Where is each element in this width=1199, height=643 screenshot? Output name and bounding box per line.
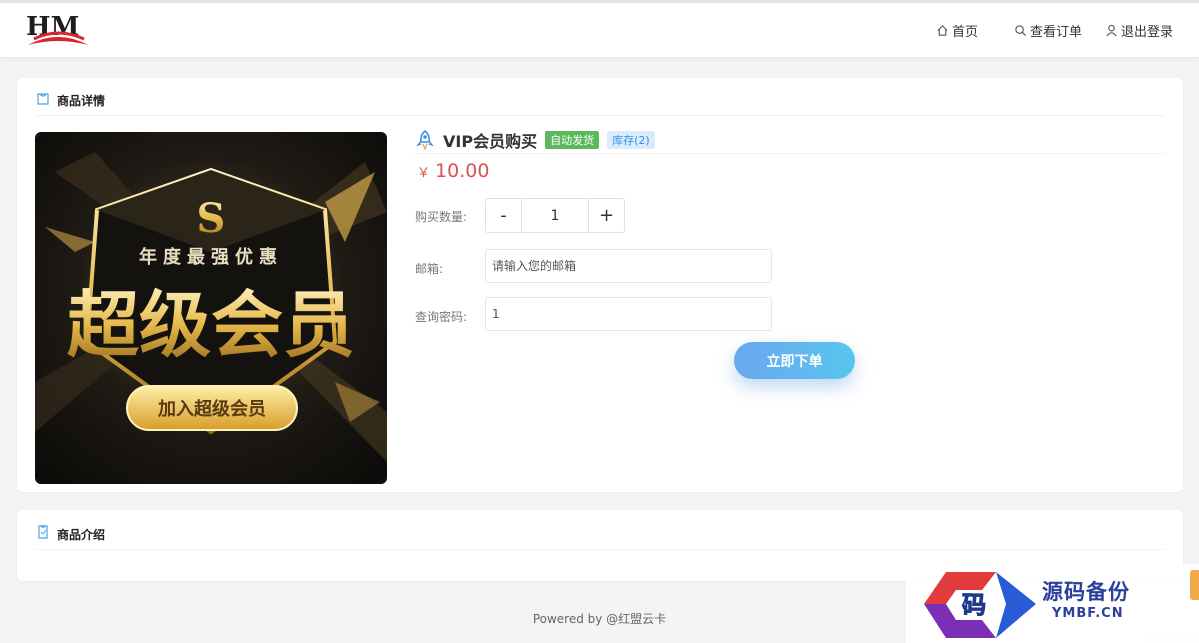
user-icon	[1106, 24, 1117, 37]
footer-text: Powered by @红盟云卡	[532, 612, 667, 626]
intro-card-title: 商品介绍	[57, 528, 106, 542]
watermark-glyph: 码	[962, 590, 986, 619]
nav-logout-label: 退出登录	[1121, 25, 1174, 40]
watermark: 码 源码备份 YMBF.CN	[906, 564, 1199, 643]
auto-delivery-badge: 自动发货	[545, 130, 600, 149]
home-icon	[937, 25, 948, 36]
stock-badge: 库存(2)	[607, 130, 655, 149]
quantity-increase-button[interactable]: +	[588, 199, 624, 232]
quantity-input[interactable]	[522, 199, 588, 232]
nav-home-label: 首页	[952, 25, 979, 40]
price-value: 10.00	[435, 160, 490, 182]
quantity-stepper: - +	[485, 198, 625, 233]
quantity-decrease-button[interactable]: -	[486, 199, 522, 232]
site-logo[interactable]: HM	[24, 9, 92, 51]
detail-card-title: 商品详情	[57, 94, 106, 108]
email-label: 邮箱:	[415, 262, 444, 276]
nav-home[interactable]: 首页	[936, 21, 978, 40]
detail-card-header: 商品详情	[35, 92, 1165, 116]
product-name: VIP会员购买	[443, 131, 538, 151]
product-price: ￥ 10.00	[417, 160, 489, 182]
watermark-subtitle: YMBF.CN	[1052, 606, 1124, 621]
shopping-bag-icon	[37, 93, 49, 105]
price-currency: ￥	[417, 166, 431, 181]
watermark-edge	[1190, 570, 1199, 600]
query-password-field[interactable]	[485, 297, 772, 331]
banner-top-text: 年度最强优惠	[139, 246, 283, 268]
product-title-row: VIP会员购买 自动发货 库存(2)	[415, 126, 1165, 154]
nav-orders[interactable]: 查看订单	[1014, 21, 1082, 40]
product-detail-card: 商品详情 S 年度最强优惠 超级会员 加入超级会员 VIP会员购买 自动发货 库…	[17, 78, 1183, 492]
search-icon	[1015, 25, 1027, 37]
navbar: HM 首页 查看订单 退出登录	[0, 3, 1199, 57]
banner-button-text: 加入超级会员	[157, 398, 266, 420]
quantity-label: 购买数量:	[415, 210, 468, 224]
nav-orders-label: 查看订单	[1030, 25, 1083, 40]
vip-banner-graphic: S 年度最强优惠 超级会员 加入超级会员	[35, 132, 387, 484]
logo-graphic: HM	[26, 12, 88, 45]
watermark-logo-graphic: 码	[924, 572, 1036, 638]
nav-logout[interactable]: 退出登录	[1105, 21, 1173, 40]
tag-icon	[38, 525, 48, 539]
banner-emblem: S	[197, 195, 226, 242]
product-image: S 年度最强优惠 超级会员 加入超级会员	[35, 132, 387, 484]
email-field[interactable]	[485, 249, 772, 283]
intro-card-header: 商品介绍	[35, 525, 1165, 550]
watermark-title: 源码备份	[1042, 579, 1130, 604]
rocket-icon	[416, 129, 434, 150]
place-order-button[interactable]: 立即下单	[734, 342, 855, 379]
query-password-label: 查询密码:	[415, 310, 468, 324]
banner-main-text: 超级会员	[67, 283, 355, 367]
